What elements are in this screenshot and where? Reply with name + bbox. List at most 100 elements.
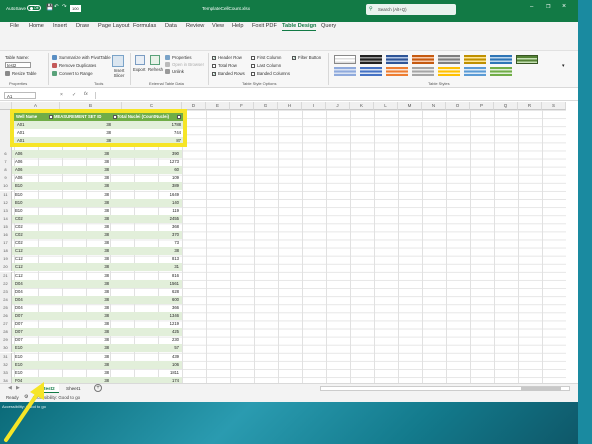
resize-table-button[interactable]: Resize Table bbox=[5, 71, 37, 77]
col-header[interactable]: E bbox=[206, 102, 230, 110]
cell-nuclei[interactable]: 106 bbox=[150, 361, 180, 369]
cell-nuclei[interactable]: 813 bbox=[150, 255, 180, 263]
row-header[interactable]: 29 bbox=[0, 336, 12, 345]
cell-set-id[interactable]: 38 bbox=[94, 288, 110, 296]
cell-set-id[interactable]: 38 bbox=[94, 199, 110, 207]
tab-query[interactable]: Query bbox=[321, 22, 336, 31]
cell-well[interactable]: D07 bbox=[14, 312, 24, 320]
cell-nuclei[interactable]: 600 bbox=[150, 296, 180, 304]
style-swatch[interactable] bbox=[438, 55, 460, 64]
open-browser-button[interactable]: Open in Browser bbox=[165, 62, 204, 68]
cell-nuclei[interactable]: 1788 bbox=[154, 121, 182, 129]
total-row-checkbox[interactable]: Total Row bbox=[212, 63, 237, 68]
cell-well[interactable]: C12 bbox=[14, 255, 24, 263]
cell-well[interactable]: C12 bbox=[14, 263, 24, 271]
row-header[interactable]: 19 bbox=[0, 255, 12, 264]
col-header[interactable]: O bbox=[446, 102, 470, 110]
unlink-button[interactable]: Unlink bbox=[165, 69, 184, 75]
cell-nuclei[interactable]: 1219 bbox=[150, 320, 180, 328]
cell-nuclei[interactable]: 816 bbox=[150, 272, 180, 280]
cell-set-id[interactable]: 38 bbox=[94, 158, 110, 166]
cell-nuclei[interactable]: 230 bbox=[150, 336, 180, 344]
style-swatch[interactable] bbox=[412, 55, 434, 64]
cell-nuclei[interactable]: 87 bbox=[154, 137, 182, 143]
cell-nuclei[interactable]: 1273 bbox=[150, 158, 180, 166]
zoom-combo[interactable]: 100 bbox=[70, 5, 81, 12]
cancel-icon[interactable]: × bbox=[60, 92, 63, 98]
tab-file[interactable]: File bbox=[10, 22, 19, 31]
style-swatch[interactable] bbox=[438, 67, 460, 76]
formula-input[interactable] bbox=[95, 92, 575, 99]
cell-well[interactable]: D07 bbox=[14, 320, 24, 328]
save-icon[interactable]: 💾 bbox=[46, 4, 53, 11]
cell-set-id[interactable]: 38 bbox=[94, 174, 110, 182]
row-header[interactable]: 21 bbox=[0, 271, 12, 280]
style-swatch[interactable] bbox=[464, 67, 486, 76]
refresh-button[interactable]: Refresh bbox=[148, 67, 163, 72]
tab-table-design[interactable]: Table Design bbox=[282, 22, 317, 31]
header-row-checkbox[interactable]: ✓ Header Row bbox=[212, 55, 242, 60]
cell-well[interactable]: A06 bbox=[14, 158, 23, 166]
style-swatch[interactable] bbox=[360, 55, 382, 64]
col-header[interactable]: R bbox=[518, 102, 542, 110]
cell-set-id[interactable]: 38 bbox=[94, 280, 110, 288]
col-header[interactable]: Q bbox=[494, 102, 518, 110]
cell-well[interactable]: C12 bbox=[14, 272, 24, 280]
filter-dropdown-icon[interactable] bbox=[49, 115, 53, 119]
cell-nuclei[interactable]: 73 bbox=[150, 239, 180, 247]
row-header[interactable]: 32 bbox=[0, 360, 12, 369]
row-header[interactable]: 16 bbox=[0, 231, 12, 240]
row-header[interactable]: 11 bbox=[0, 190, 12, 199]
cell-nuclei[interactable]: 1561 bbox=[150, 280, 180, 288]
cell-well[interactable]: E10 bbox=[14, 361, 23, 369]
cell-well[interactable]: B10 bbox=[14, 207, 23, 215]
tab-formulas[interactable]: Formulas bbox=[133, 22, 156, 31]
cell-set-id[interactable]: 38 bbox=[94, 304, 110, 312]
search-box[interactable]: ⚲ Search (Alt+Q) bbox=[366, 4, 456, 15]
row-header[interactable]: 24 bbox=[0, 295, 12, 304]
cell-nuclei[interactable]: 425 bbox=[150, 328, 180, 336]
insert-slicer-button[interactable]: Insert Slicer bbox=[111, 68, 127, 78]
worksheet-grid[interactable]: A B C D E F G H I J K L M N O P Q R S 6A… bbox=[0, 102, 592, 386]
export-button[interactable]: Export bbox=[133, 67, 145, 72]
cell-set-id[interactable]: 38 bbox=[94, 336, 110, 344]
tab-insert[interactable]: Insert bbox=[53, 22, 67, 31]
cell-well[interactable]: E10 bbox=[14, 353, 23, 361]
cell-nuclei[interactable]: 368 bbox=[150, 223, 180, 231]
cell-well[interactable]: B10 bbox=[14, 182, 23, 190]
header-measurement-set-id[interactable]: MEASUREMENT SET ID bbox=[54, 113, 101, 121]
tab-view[interactable]: View bbox=[212, 22, 224, 31]
style-swatch[interactable] bbox=[386, 67, 408, 76]
cell-nuclei[interactable]: 366 bbox=[150, 304, 180, 312]
row-header[interactable]: 20 bbox=[0, 263, 12, 272]
cell-nuclei[interactable]: 1649 bbox=[150, 191, 180, 199]
undo-icon[interactable]: ↶ bbox=[54, 4, 59, 10]
name-box[interactable]: A1 bbox=[4, 92, 36, 99]
style-swatch[interactable] bbox=[386, 55, 408, 64]
cell-set-id[interactable]: 38 bbox=[94, 312, 110, 320]
col-header[interactable]: K bbox=[350, 102, 374, 110]
cell-set-id[interactable]: 38 bbox=[94, 296, 110, 304]
row-header[interactable]: 10 bbox=[0, 182, 12, 191]
cell-well[interactable]: D07 bbox=[14, 328, 24, 336]
cell-set-id[interactable]: 38 bbox=[94, 263, 110, 271]
close-icon[interactable]: × bbox=[562, 3, 566, 10]
filter-button-checkbox[interactable]: ✓ Filter Button bbox=[292, 55, 321, 60]
cell-nuclei[interactable]: 2455 bbox=[150, 215, 180, 223]
cell-well[interactable]: C12 bbox=[14, 247, 24, 255]
row-header[interactable]: 15 bbox=[0, 222, 12, 231]
cell-set-id[interactable]: 38 bbox=[96, 137, 112, 143]
cell-set-id[interactable]: 38 bbox=[94, 353, 110, 361]
cell-well[interactable]: C02 bbox=[14, 223, 24, 231]
row-header[interactable]: 26 bbox=[0, 312, 12, 321]
tab-home[interactable]: Home bbox=[29, 22, 44, 31]
cell-set-id[interactable]: 38 bbox=[96, 129, 112, 137]
cell-well[interactable]: A01 bbox=[16, 121, 25, 129]
style-swatch[interactable] bbox=[412, 67, 434, 76]
cell-well[interactable]: A06 bbox=[14, 150, 23, 158]
col-header[interactable]: S bbox=[542, 102, 566, 110]
properties-button[interactable]: Properties bbox=[165, 55, 192, 61]
cell-set-id[interactable]: 38 bbox=[96, 121, 112, 129]
enter-icon[interactable]: ✓ bbox=[72, 92, 76, 98]
col-header[interactable]: L bbox=[374, 102, 398, 110]
